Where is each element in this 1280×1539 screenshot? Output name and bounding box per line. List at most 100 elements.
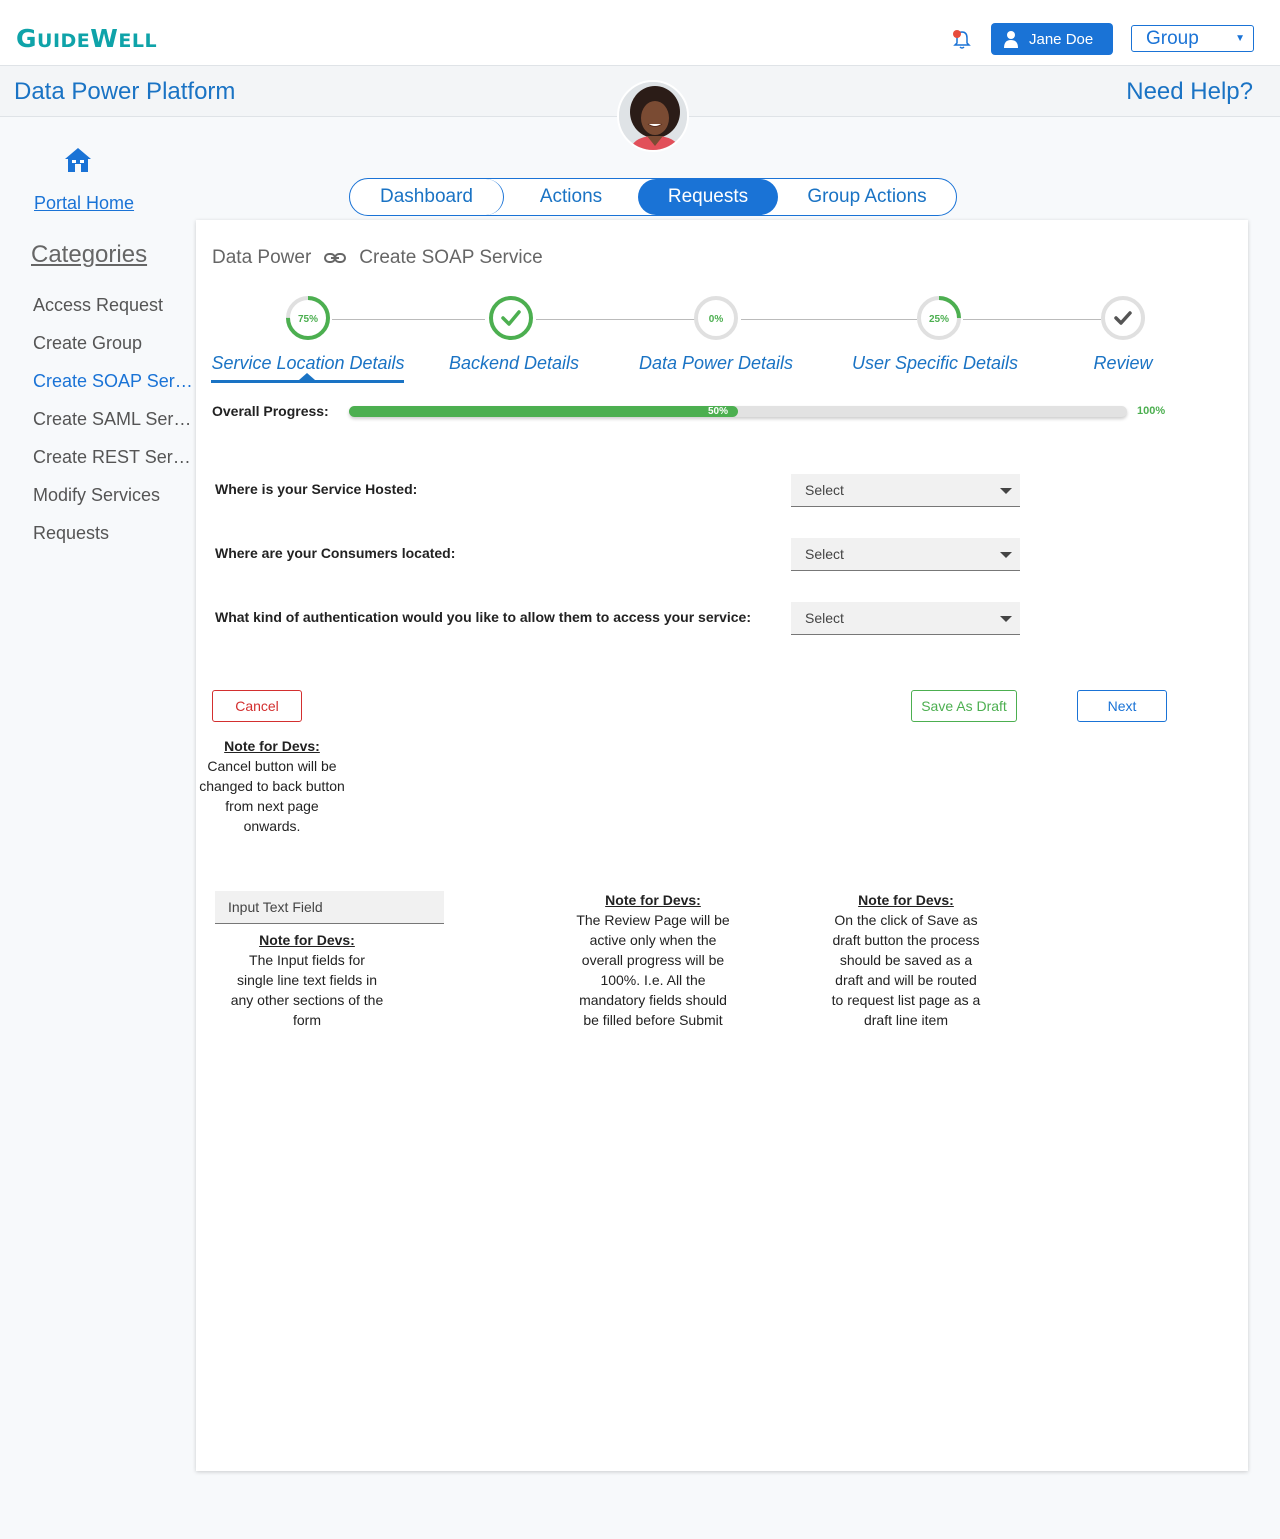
top-header: GUIDEWELL Jane Doe Group ▼ [0, 0, 1280, 66]
note-line: Cancel button will be [207, 758, 337, 774]
note-title: Note for Devs: [224, 738, 320, 754]
breadcrumb-root[interactable]: Data Power [212, 247, 311, 269]
group-select[interactable]: Group ▼ [1131, 25, 1254, 52]
step-progress-ring-user-specific[interactable]: 25% [916, 295, 962, 341]
draft-dev-note: Note for Devs: On the click of Save as d… [816, 890, 996, 1030]
caret-down-icon [1000, 488, 1012, 494]
note-line: active only when the [589, 932, 717, 948]
sidebar-item-requests[interactable]: Requests [33, 523, 193, 544]
note-line: The Input fields for [249, 952, 365, 968]
need-help-link[interactable]: Need Help? [1126, 78, 1253, 106]
next-button[interactable]: Next [1077, 690, 1167, 722]
avatar[interactable] [617, 80, 689, 152]
note-line: changed to back button [199, 778, 345, 794]
step-connector [963, 319, 1101, 320]
select-value: Select [805, 610, 844, 626]
note-line: form [293, 1012, 321, 1028]
sidebar-item-create-saml[interactable]: Create SAML Servi... [33, 409, 193, 430]
note-line: The Review Page will be [576, 912, 730, 928]
note-line: overall progress will be [581, 952, 725, 968]
overall-progress-label: Overall Progress: [212, 403, 329, 419]
caret-down-icon [1000, 552, 1012, 558]
link-icon [324, 253, 347, 263]
user-menu-button[interactable]: Jane Doe [991, 23, 1113, 55]
authentication-select[interactable]: Select [791, 602, 1020, 635]
home-icon[interactable] [64, 146, 92, 174]
note-line: mandatory fields should [579, 992, 727, 1008]
cancel-dev-note: Note for Devs: Cancel button will be cha… [196, 736, 348, 836]
app-title: Data Power Platform [14, 78, 236, 105]
user-name: Jane Doe [1029, 30, 1094, 48]
question-authentication: What kind of authentication would you li… [215, 609, 751, 625]
avatar-image [619, 82, 687, 150]
user-icon [1004, 31, 1018, 48]
step-connector [536, 319, 695, 320]
notification-bell-icon[interactable] [950, 28, 974, 52]
note-line: 100%. I.e. All the [600, 972, 706, 988]
note-line: from next page onwards. [225, 798, 319, 834]
guidewell-logo[interactable]: GUIDEWELL [16, 24, 157, 53]
step-progress-ring-data-power[interactable]: 0% [693, 295, 739, 341]
input-dev-note: Note for Devs: The Input fields for sing… [215, 930, 399, 1030]
tab-dashboard[interactable]: Dashboard [350, 179, 504, 215]
chevron-down-icon: ▼ [1235, 33, 1245, 44]
step-connector [332, 319, 485, 320]
active-step-underline [211, 380, 404, 383]
note-line: should be saved as a [839, 952, 973, 968]
review-dev-note: Note for Devs: The Review Page will be a… [563, 890, 743, 1030]
sidebar-item-modify-services[interactable]: Modify Services [33, 485, 193, 506]
note-line: On the click of Save as [834, 912, 978, 928]
categories-heading: Categories [31, 241, 148, 268]
step-label-backend[interactable]: Backend Details [449, 353, 579, 374]
step-label-user-specific[interactable]: User Specific Details [852, 353, 1018, 374]
overall-progress-value: 50% [707, 406, 728, 417]
step-progress-text: 0% [709, 314, 724, 325]
step-progress-text: 75% [298, 314, 318, 325]
note-line: to request list page as a [831, 992, 981, 1008]
main-card: Data Power Create SOAP Service 75% 0% 25… [196, 220, 1248, 1471]
question-service-hosted: Where is your Service Hosted: [215, 481, 418, 497]
step-progress-ring-service-location[interactable]: 75% [285, 295, 331, 341]
overall-progress-bar: 50% [349, 406, 1127, 417]
note-line: draft line item [863, 1012, 949, 1028]
step-connector [741, 319, 917, 320]
main-tabs: Dashboard Actions Requests Group Actions [349, 178, 957, 216]
note-line: be filled before Submit [583, 1012, 723, 1028]
step-label-review[interactable]: Review [1093, 353, 1152, 374]
tab-group-actions[interactable]: Group Actions [778, 179, 956, 215]
tab-requests[interactable]: Requests [638, 179, 778, 215]
step-label-service-location[interactable]: Service Location Details [211, 353, 404, 374]
sidebar-item-create-soap[interactable]: Create SOAP Servi... [33, 371, 193, 392]
sidebar-item-access-request[interactable]: Access Request [33, 295, 193, 316]
group-select-value: Group [1146, 28, 1199, 49]
sidebar-item-create-rest[interactable]: Create REST Servi... [33, 447, 193, 468]
select-value: Select [805, 482, 844, 498]
sample-input-text-field[interactable]: Input Text Field [215, 891, 444, 924]
portal-home-link[interactable]: Portal Home [34, 193, 134, 214]
note-line: single line text fields in [236, 972, 378, 988]
save-as-draft-button[interactable]: Save As Draft [911, 690, 1017, 722]
service-hosted-select[interactable]: Select [791, 474, 1020, 507]
note-line: draft and will be routed [835, 972, 977, 988]
note-line: draft button the process [832, 932, 980, 948]
question-consumers-located: Where are your Consumers located: [215, 545, 456, 561]
overall-progress-fill: 50% [349, 406, 738, 417]
note-line: any other sections of the [230, 992, 384, 1008]
step-progress-ring-review[interactable] [1100, 295, 1146, 341]
breadcrumb-current: Create SOAP Service [359, 247, 543, 268]
step-label-data-power[interactable]: Data Power Details [639, 353, 793, 374]
consumers-located-select[interactable]: Select [791, 538, 1020, 571]
active-step-caret [299, 373, 315, 380]
note-title: Note for Devs: [259, 932, 355, 948]
overall-progress-max: 100% [1137, 405, 1166, 417]
sidebar-item-create-group[interactable]: Create Group [33, 333, 193, 354]
step-progress-ring-backend[interactable] [488, 295, 534, 341]
caret-down-icon [1000, 616, 1012, 622]
select-value: Select [805, 546, 844, 562]
note-title: Note for Devs: [858, 892, 954, 908]
cancel-button[interactable]: Cancel [212, 690, 302, 722]
step-progress-text: 25% [929, 314, 949, 325]
tab-actions[interactable]: Actions [504, 179, 638, 215]
note-title: Note for Devs: [605, 892, 701, 908]
breadcrumb: Data Power Create SOAP Service [212, 247, 543, 269]
